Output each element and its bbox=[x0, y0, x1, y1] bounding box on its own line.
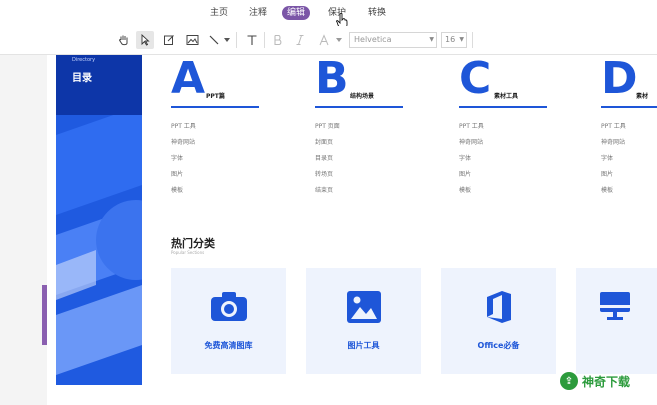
list-item[interactable]: 图片 bbox=[171, 169, 183, 178]
list-item[interactable]: 神奇网站 bbox=[459, 137, 483, 146]
office-icon bbox=[486, 291, 511, 323]
card-label: Office必备 bbox=[477, 341, 520, 350]
list-item[interactable]: PPT 工具 bbox=[459, 121, 484, 130]
line-tool-icon[interactable] bbox=[205, 31, 223, 49]
list-item[interactable]: 结束页 bbox=[315, 185, 333, 194]
pdf-page: Directory 目录 A PPT篇 PPT 工具 神奇网站 字体 图片 模板… bbox=[47, 55, 657, 405]
menu-home[interactable]: 主页 bbox=[205, 6, 233, 20]
section-label: 素材 bbox=[636, 93, 649, 100]
toolbar-divider bbox=[472, 32, 473, 48]
document-gutter bbox=[0, 55, 47, 405]
bold-icon[interactable] bbox=[269, 31, 287, 49]
list-item[interactable]: 图片 bbox=[459, 169, 471, 178]
section-letter: B bbox=[315, 55, 349, 104]
italic-icon[interactable] bbox=[291, 31, 309, 49]
list-item[interactable]: PPT 工具 bbox=[601, 121, 626, 130]
watermark-text: 神奇下载 bbox=[582, 374, 631, 389]
list-item[interactable]: 神奇网站 bbox=[171, 137, 195, 146]
hot-categories-subtitle: Popular Sections bbox=[171, 250, 205, 255]
hand-tool-icon[interactable] bbox=[115, 31, 133, 49]
section-d: D 素材 PPT 工具 神奇网站 字体 图片 模板 bbox=[601, 55, 657, 255]
chevron-down-icon: ▼ bbox=[459, 36, 464, 43]
list-item[interactable]: PPT 页面 bbox=[315, 121, 340, 130]
site-watermark: ⇪ 神奇下载 bbox=[560, 370, 630, 392]
directory-banner: Directory 目录 bbox=[56, 55, 142, 385]
hot-categories-title: 热门分类 bbox=[171, 237, 215, 250]
section-letter: A bbox=[171, 55, 206, 104]
section-letter: D bbox=[601, 55, 638, 104]
category-card-image-tools[interactable]: 图片工具 bbox=[306, 268, 421, 374]
font-size-value: 16 bbox=[445, 35, 456, 44]
category-card-gallery[interactable]: 免费高清图库 bbox=[171, 268, 286, 374]
card-label: 图片工具 bbox=[347, 341, 380, 350]
list-item[interactable]: 模板 bbox=[459, 185, 471, 194]
category-card-office[interactable]: Office必备 bbox=[441, 268, 556, 374]
banner-title: 目录 bbox=[72, 73, 92, 84]
section-c: C 素材工具 PPT 工具 神奇网站 字体 图片 模板 bbox=[459, 55, 579, 255]
edit-toolbar bbox=[0, 26, 657, 55]
list-item[interactable]: 字体 bbox=[601, 153, 613, 162]
menu-edit[interactable]: 编辑 bbox=[282, 6, 311, 20]
watermark-logo-icon: ⇪ bbox=[560, 372, 578, 390]
list-item[interactable]: 神奇网站 bbox=[601, 137, 625, 146]
list-item[interactable]: 目录页 bbox=[315, 153, 333, 162]
edit-text-box-icon[interactable] bbox=[160, 31, 178, 49]
font-family-value: Helvetica bbox=[354, 35, 392, 44]
insert-image-icon[interactable] bbox=[183, 31, 201, 49]
font-color-icon[interactable] bbox=[315, 31, 333, 49]
font-color-dropdown-icon[interactable] bbox=[334, 31, 344, 49]
section-label: 结构场景 bbox=[350, 93, 375, 100]
list-item[interactable]: 转场页 bbox=[315, 169, 333, 178]
section-b: B 结构场景 PPT 页面 封面页 目录页 转场页 结束页 bbox=[315, 55, 435, 255]
select-arrow-icon[interactable] bbox=[136, 31, 154, 49]
font-family-select[interactable]: Helvetica ▼ bbox=[349, 32, 437, 48]
category-card-monitor[interactable] bbox=[576, 268, 657, 374]
section-label: 素材工具 bbox=[494, 93, 519, 100]
menu-convert[interactable]: 转换 bbox=[363, 6, 391, 20]
section-label: PPT篇 bbox=[206, 93, 225, 100]
list-item[interactable]: 字体 bbox=[171, 153, 183, 162]
menu-annotate[interactable]: 注释 bbox=[244, 6, 272, 20]
monitor-icon bbox=[600, 292, 630, 320]
line-dropdown-icon[interactable] bbox=[222, 31, 232, 49]
banner-decoration bbox=[56, 115, 142, 375]
image-icon bbox=[346, 291, 381, 323]
list-item[interactable]: 图片 bbox=[601, 169, 613, 178]
camera-icon bbox=[210, 292, 247, 321]
card-label: 免费高清图库 bbox=[204, 341, 253, 350]
add-text-icon[interactable] bbox=[243, 31, 261, 49]
section-a: A PPT篇 PPT 工具 神奇网站 字体 图片 模板 bbox=[171, 55, 291, 255]
font-size-select[interactable]: 16 ▼ bbox=[441, 32, 467, 48]
list-item[interactable]: PPT 工具 bbox=[171, 121, 196, 130]
list-item[interactable]: 字体 bbox=[459, 153, 471, 162]
list-item[interactable]: 模板 bbox=[601, 185, 613, 194]
section-letter: C bbox=[459, 55, 492, 104]
list-item[interactable]: 模板 bbox=[171, 185, 183, 194]
top-menu-bar: 主页 注释 编辑 保护 转换 bbox=[0, 0, 657, 29]
banner-subtitle: Directory bbox=[72, 57, 96, 63]
list-item[interactable]: 封面页 bbox=[315, 137, 333, 146]
chevron-down-icon: ▼ bbox=[429, 36, 434, 43]
